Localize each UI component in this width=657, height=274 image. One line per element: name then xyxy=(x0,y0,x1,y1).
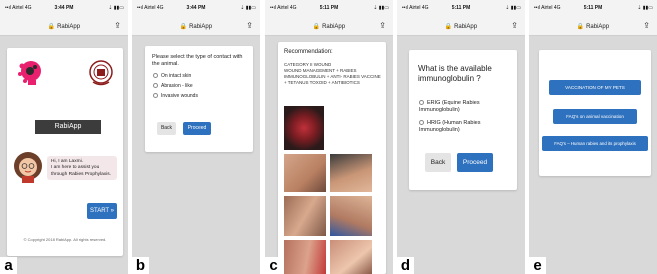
panel-a: ••ıl Airtel 4G 3:44 PM ⇣ ▮▮▭ 🔒 RabiApp ⇪… xyxy=(0,0,128,274)
wound-photo xyxy=(330,154,372,192)
panel-b: ••ıl Airtel 4G 3:44 PM ⇣ ▮▮▭ 🔒 RabiApp ⇪… xyxy=(132,0,260,274)
url-text: 🔒 RabiApp xyxy=(576,24,610,30)
panel-label: d xyxy=(397,257,414,274)
battery-icon: ⇣ ▮▮▭ xyxy=(637,5,653,11)
battery-icon: ⇣ ▮▮▭ xyxy=(505,5,521,11)
url-text: 🔒 RabiApp xyxy=(47,24,81,30)
radio-icon xyxy=(419,100,424,106)
address-bar[interactable]: 🔒 RabiApp ⇪ xyxy=(529,16,657,36)
menu-card: VACCINATION OF MY PETS FAQ's on animal v… xyxy=(539,50,651,176)
recommendation-heading: Recommendation: xyxy=(284,49,333,55)
battery-icon: ⇣ ▮▮▭ xyxy=(373,5,389,11)
status-bar: ••ıl Airtel 4G 5:11 PM ⇣ ▮▮▭ xyxy=(265,0,393,16)
recommendation-card: Recommendation: CATEGORY II WOUND WOUND … xyxy=(278,42,386,274)
share-icon[interactable]: ⇪ xyxy=(379,21,386,30)
back-button[interactable]: Back xyxy=(157,122,176,135)
share-icon[interactable]: ⇪ xyxy=(114,21,121,30)
panel-label: b xyxy=(132,257,149,274)
url-text: 🔒 RabiApp xyxy=(444,24,478,30)
radio-icon xyxy=(153,93,158,99)
home-card: RabiApp Hi, I am Laxmi. I am here to ass… xyxy=(7,48,123,256)
institute-emblem-icon xyxy=(89,60,113,86)
wound-photo xyxy=(284,240,326,274)
wound-photo xyxy=(330,240,372,274)
address-bar[interactable]: 🔒 RabiApp ⇪ xyxy=(265,16,393,36)
brain-logo-icon xyxy=(18,61,41,85)
url-text: 🔒 RabiApp xyxy=(312,24,346,30)
status-bar: ••ıl Airtel 4G 5:11 PM ⇣ ▮▮▭ xyxy=(529,0,657,16)
copyright-text: © Copyright 2018 RabiApp. All rights res… xyxy=(23,237,107,242)
share-icon[interactable]: ⇪ xyxy=(643,21,650,30)
radio-icon xyxy=(419,120,424,126)
chat-bubble: Hi, I am Laxmi. I am here to assist you … xyxy=(47,156,117,180)
assistant-avatar xyxy=(14,152,42,183)
proceed-button[interactable]: Proceed xyxy=(183,122,211,135)
app-title-banner: RabiApp xyxy=(35,120,101,134)
radio-icon xyxy=(153,73,158,79)
battery-icon: ⇣ ▮▮▭ xyxy=(108,5,124,11)
wound-photo-main xyxy=(284,106,324,150)
start-button[interactable]: START » xyxy=(87,203,117,219)
faq-animal-vaccination-button[interactable]: FAQ's on animal vaccination xyxy=(553,109,637,124)
address-bar[interactable]: 🔒 RabiApp ⇪ xyxy=(0,16,128,36)
wound-photo xyxy=(284,196,326,236)
contact-question: Please select the type of contact with t… xyxy=(152,54,243,68)
share-icon[interactable]: ⇪ xyxy=(246,21,253,30)
recommendation-text: CATEGORY II WOUND WOUND MANAGEMENT + RAB… xyxy=(284,62,381,86)
immunoglobulin-question: What is the available immunoglobulin ? xyxy=(418,64,492,83)
panel-label: c xyxy=(265,257,282,274)
proceed-button[interactable]: Proceed xyxy=(457,153,493,172)
address-bar[interactable]: 🔒 RabiApp ⇪ xyxy=(132,16,260,36)
status-bar: ••ıl Airtel 4G 3:44 PM ⇣ ▮▮▭ xyxy=(132,0,260,16)
faq-human-rabies-button[interactable]: FAQ's – Human rabies and its prophylaxis xyxy=(542,136,648,151)
panel-label: e xyxy=(529,257,546,274)
status-bar: ••ıl Airtel 4G 3:44 PM ⇣ ▮▮▭ xyxy=(0,0,128,16)
option-hrig[interactable]: HRIG (Human Rabies Immunoglobulin) xyxy=(419,120,509,134)
option-abrasion[interactable]: Abrasion - like xyxy=(153,83,193,89)
panel-d: ••ıl Airtel 4G 5:11 PM ⇣ ▮▮▭ 🔒 RabiApp ⇪… xyxy=(397,0,525,274)
panel-e: ••ıl Airtel 4G 5:11 PM ⇣ ▮▮▭ 🔒 RabiApp ⇪… xyxy=(529,0,657,274)
panel-c: ••ıl Airtel 4G 5:11 PM ⇣ ▮▮▭ 🔒 RabiApp ⇪… xyxy=(265,0,393,274)
panel-label: a xyxy=(0,257,17,274)
wound-photo xyxy=(330,196,372,236)
double-chevron-right-icon: » xyxy=(110,208,115,214)
contact-type-card: Please select the type of contact with t… xyxy=(145,46,253,152)
wound-photo xyxy=(284,154,326,192)
immunoglobulin-card: What is the available immunoglobulin ? E… xyxy=(409,50,517,190)
radio-icon xyxy=(153,83,158,89)
url-text: 🔒 RabiApp xyxy=(179,24,213,30)
back-button[interactable]: Back xyxy=(425,153,451,172)
option-erig[interactable]: ERIG (Equine Rabies Immunoglobulin) xyxy=(419,100,509,114)
status-bar: ••ıl Airtel 4G 5:11 PM ⇣ ▮▮▭ xyxy=(397,0,525,16)
vaccination-pets-button[interactable]: VACCINATION OF MY PETS xyxy=(549,80,641,95)
battery-icon: ⇣ ▮▮▭ xyxy=(240,5,256,11)
address-bar[interactable]: 🔒 RabiApp ⇪ xyxy=(397,16,525,36)
option-invasive[interactable]: Invasive wounds xyxy=(153,93,198,99)
share-icon[interactable]: ⇪ xyxy=(511,21,518,30)
option-intact-skin[interactable]: On intact skin xyxy=(153,73,191,79)
